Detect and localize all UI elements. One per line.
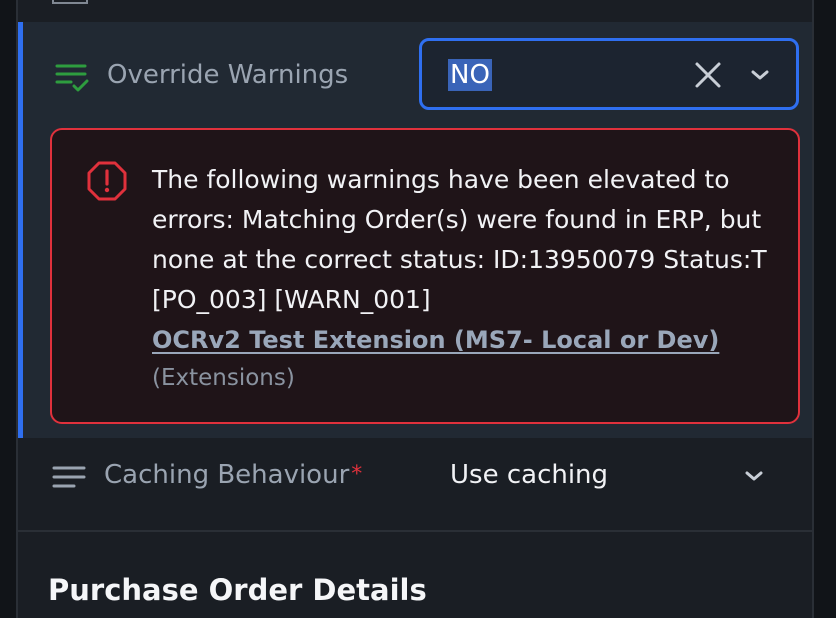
form-panel: Override Warnings NO The following warni… <box>16 0 814 618</box>
caching-behaviour-label: Caching Behaviour* <box>104 458 362 492</box>
caching-behaviour-value[interactable]: Use caching <box>450 458 608 492</box>
error-message: The following warnings have been elevate… <box>152 165 767 314</box>
chevron-down-icon[interactable] <box>748 63 772 87</box>
override-warnings-value[interactable]: NO <box>448 59 492 91</box>
clear-icon[interactable] <box>692 59 724 91</box>
section-heading: Purchase Order Details <box>48 573 427 607</box>
override-warnings-row: Override Warnings NO <box>23 38 812 112</box>
error-message-block: The following warnings have been elevate… <box>152 160 782 396</box>
required-marker: * <box>351 462 363 487</box>
caching-behaviour-row: Caching Behaviour* Use caching <box>18 438 812 532</box>
list-check-icon <box>55 60 89 94</box>
override-warnings-label: Override Warnings <box>107 60 349 90</box>
override-warnings-section: Override Warnings NO The following warni… <box>18 22 812 438</box>
extension-link[interactable]: OCRv2 Test Extension (MS7- Local or Dev) <box>152 322 719 358</box>
cropped-row-icon <box>52 0 88 4</box>
caching-behaviour-label-text: Caching Behaviour <box>104 460 350 490</box>
error-alert: The following warnings have been elevate… <box>50 128 800 424</box>
page: Override Warnings NO The following warni… <box>0 0 836 618</box>
override-warnings-select[interactable]: NO <box>419 38 799 110</box>
lines-icon <box>52 460 86 494</box>
cropped-row <box>18 0 812 20</box>
error-octagon-icon <box>86 160 128 202</box>
chevron-down-icon[interactable] <box>742 464 766 488</box>
extension-sub: (Extensions) <box>152 365 295 391</box>
